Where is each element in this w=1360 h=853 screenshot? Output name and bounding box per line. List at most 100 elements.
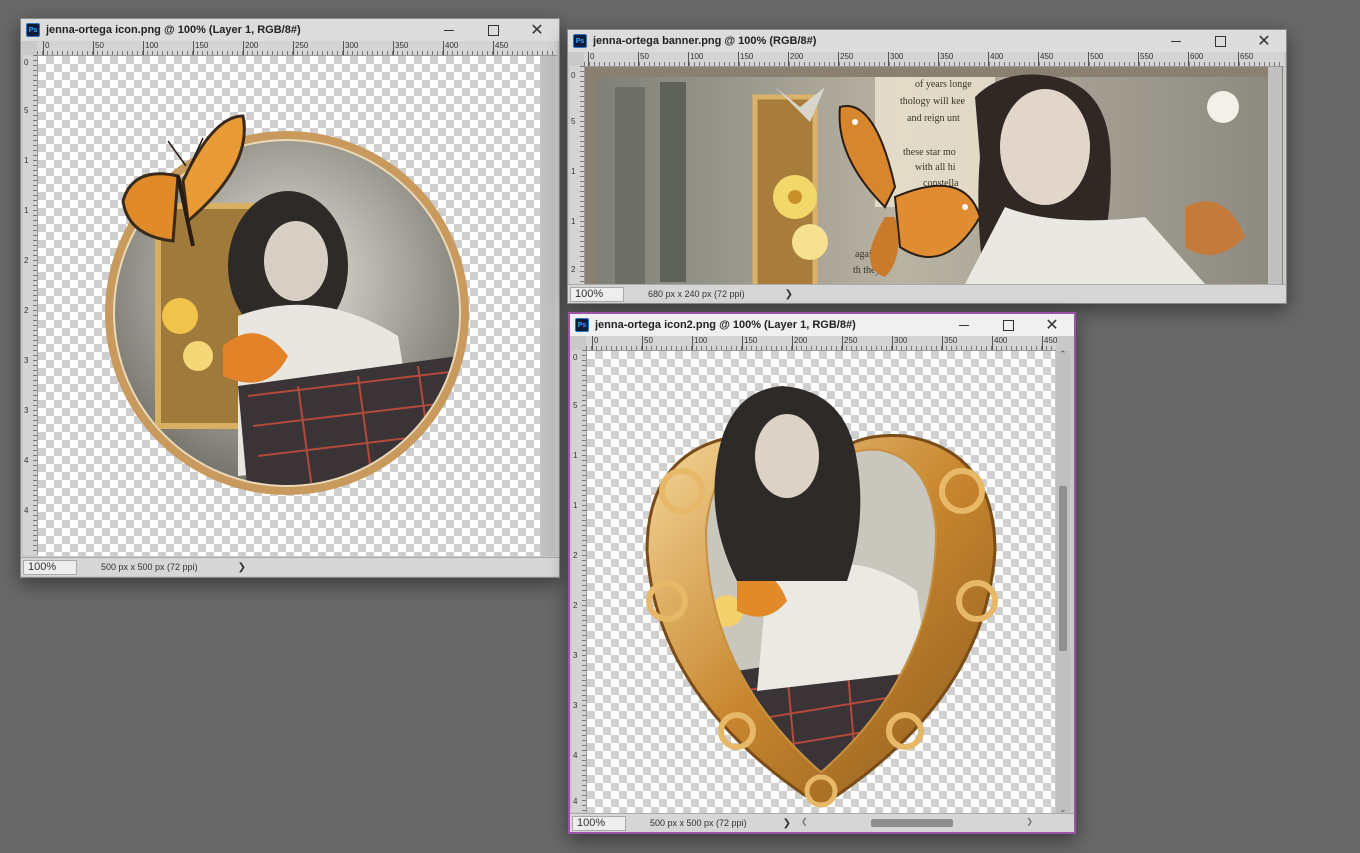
icon-document-window[interactable]: Ps jenna-ortega icon.png @ 100% (Layer 1… <box>20 18 560 578</box>
close-button[interactable]: ✕ <box>515 19 559 41</box>
scroll-up-arrow-icon[interactable]: ⌃ <box>1059 349 1067 360</box>
face-shape <box>1000 89 1090 205</box>
maximize-button[interactable] <box>1198 30 1242 52</box>
banner-document-window[interactable]: Ps jenna-ortega banner.png @ 100% (RGB/8… <box>567 29 1287 304</box>
yellow-flower <box>162 298 198 334</box>
ruler-label: 500 <box>1087 52 1104 66</box>
horizontal-ruler: 0 50 100 150 200 250 300 350 400 450 500… <box>584 52 1284 67</box>
ruler-label: 400 <box>991 336 1008 350</box>
photoshop-icon: Ps <box>575 318 589 332</box>
maximize-button[interactable] <box>471 19 515 41</box>
icon2-canvas[interactable] <box>587 351 1055 813</box>
banner-canvas[interactable]: of years longe thology will kee and reig… <box>585 67 1283 284</box>
ruler-label: 1 <box>24 156 29 165</box>
icon2-artwork <box>645 386 998 808</box>
window-title: jenna-ortega banner.png @ 100% (RGB/8#) <box>593 35 817 47</box>
ruler-label: 50 <box>93 41 104 55</box>
close-button[interactable]: ✕ <box>1242 30 1286 52</box>
ruler-label: 100 <box>142 41 159 55</box>
white-flower <box>1207 91 1239 123</box>
icon2-document-window[interactable]: Ps jenna-ortega icon2.png @ 100% (Layer … <box>568 312 1076 834</box>
status-bar: 100% 500 px x 500 px (72 ppi) ❯ ❮ ❯ <box>570 813 1074 832</box>
ruler-label: 4 <box>24 506 29 515</box>
ruler-label: 3 <box>573 701 578 710</box>
scroll-right-arrow-icon[interactable]: ❯ <box>1026 817 1033 826</box>
vertical-ruler: 0 5 1 1 2 <box>570 66 585 284</box>
zoom-level-field[interactable]: 100% <box>570 286 624 302</box>
page-text-line: these star mo <box>903 147 956 158</box>
icon-canvas[interactable] <box>38 56 540 556</box>
ruler-label: 400 <box>987 52 1004 66</box>
ruler-label: 150 <box>192 41 209 55</box>
ruler-label: 300 <box>887 52 904 66</box>
horizontal-ruler: 0 50 100 150 200 250 300 350 400 450 <box>586 336 1058 351</box>
document-info: 500 px x 500 px (72 ppi) <box>101 562 198 572</box>
document-info: 680 px x 240 px (72 ppi) <box>648 289 745 299</box>
yellow-flower <box>183 341 213 371</box>
ruler-label: 100 <box>687 52 704 66</box>
status-bar: 100% 680 px x 240 px (72 ppi) ❯ <box>568 284 1286 303</box>
ruler-label: 4 <box>24 456 29 465</box>
ruler-label: 3 <box>24 356 29 365</box>
icon-title-bar[interactable]: Ps jenna-ortega icon.png @ 100% (Layer 1… <box>21 19 559 41</box>
column-shape <box>660 82 686 282</box>
ruler-label: 450 <box>1041 336 1058 350</box>
vertical-scrollbar[interactable]: ⌃ ⌄ <box>1056 349 1070 814</box>
ruler-label: 4 <box>573 797 578 806</box>
minimize-button[interactable] <box>427 19 471 41</box>
icon-artwork <box>105 114 469 495</box>
ruler-label: 300 <box>342 41 359 55</box>
ruler-label: 4 <box>573 751 578 760</box>
status-bar: 100% 500 px x 500 px (72 ppi) ❯ <box>21 557 559 576</box>
ruler-label: 1 <box>571 217 576 226</box>
window-title: jenna-ortega icon2.png @ 100% (Layer 1, … <box>595 319 856 331</box>
ruler-label: 650 <box>1237 52 1254 66</box>
face-shape <box>264 221 328 301</box>
horizontal-ruler: 0 50 100 150 200 250 300 350 400 450 <box>37 41 557 56</box>
face-shape <box>755 414 819 498</box>
ruler-label: 0 <box>24 58 29 67</box>
ruler-label: 50 <box>638 52 649 66</box>
page-text-line: with all hi <box>915 162 956 173</box>
ruler-label: 3 <box>24 406 29 415</box>
status-menu-arrow-icon[interactable]: ❯ <box>785 289 793 300</box>
banner-title-bar[interactable]: Ps jenna-ortega banner.png @ 100% (RGB/8… <box>568 30 1286 52</box>
ruler-label: 100 <box>691 336 708 350</box>
ruler-label: 350 <box>392 41 409 55</box>
vertical-scroll-thumb[interactable] <box>1059 486 1067 651</box>
vertical-ruler: 0 5 1 1 2 2 3 3 4 4 <box>23 55 38 555</box>
ruler-label: 350 <box>937 52 954 66</box>
close-button[interactable]: ✕ <box>1030 314 1074 336</box>
ruler-label: 550 <box>1137 52 1154 66</box>
ruler-label: 2 <box>24 306 29 315</box>
ruler-label: 50 <box>642 336 653 350</box>
vertical-scrollbar[interactable] <box>1268 67 1282 284</box>
icon2-title-bar[interactable]: Ps jenna-ortega icon2.png @ 100% (Layer … <box>570 314 1074 336</box>
minimize-button[interactable] <box>942 314 986 336</box>
ruler-label: 250 <box>292 41 309 55</box>
ruler-label: 0 <box>587 52 595 66</box>
ruler-label: 1 <box>571 167 576 176</box>
ruler-label: 1 <box>573 451 578 460</box>
zoom-level-field[interactable]: 100% <box>23 559 77 575</box>
horizontal-scroll-thumb[interactable] <box>870 819 953 827</box>
zoom-level-field[interactable]: 100% <box>572 815 626 831</box>
ruler-label: 0 <box>571 71 576 80</box>
ruler-label: 250 <box>837 52 854 66</box>
ruler-label: 0 <box>591 336 599 350</box>
horizontal-scrollbar[interactable]: ❮ ❯ <box>799 814 1035 832</box>
vertical-scrollbar[interactable] <box>541 56 555 556</box>
ruler-label: 350 <box>941 336 958 350</box>
ruler-label: 1 <box>573 501 578 510</box>
minimize-button[interactable] <box>1154 30 1198 52</box>
photoshop-icon: Ps <box>573 34 587 48</box>
status-menu-arrow-icon[interactable]: ❯ <box>238 562 246 573</box>
maximize-button[interactable] <box>986 314 1030 336</box>
status-menu-arrow-icon[interactable]: ❯ <box>783 818 791 829</box>
scroll-left-arrow-icon[interactable]: ❮ <box>801 817 808 826</box>
vertical-ruler: 0 5 1 1 2 2 3 3 4 4 <box>572 350 587 812</box>
ruler-label: 0 <box>42 41 50 55</box>
ruler-label: 2 <box>573 551 578 560</box>
page-text-line: of years longe <box>915 79 972 90</box>
document-info: 500 px x 500 px (72 ppi) <box>650 818 747 828</box>
